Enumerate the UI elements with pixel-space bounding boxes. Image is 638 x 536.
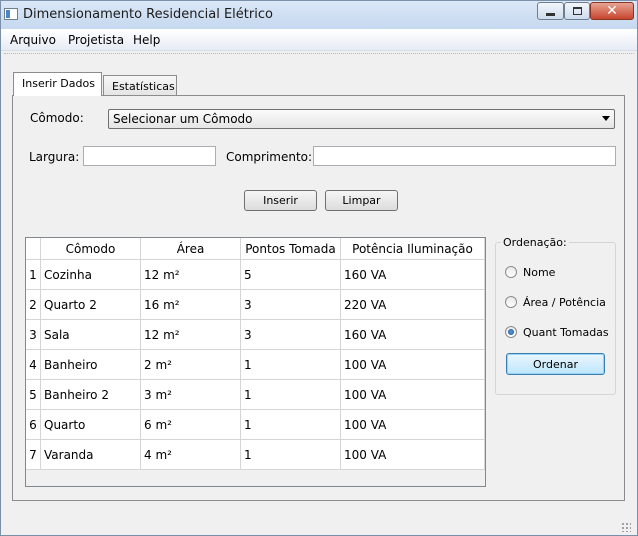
column-header-potencia-iluminacao[interactable]: Potência Iluminação	[341, 238, 485, 260]
radio-nome[interactable]	[505, 266, 517, 278]
table-row[interactable]: 7 Varanda 4 m² 1 100 VA	[26, 440, 485, 470]
limpar-button[interactable]: Limpar	[325, 190, 398, 211]
menu-separator	[4, 53, 634, 57]
close-icon: ✕	[606, 3, 618, 19]
comprimento-input[interactable]	[313, 146, 616, 166]
largura-input[interactable]	[83, 146, 216, 166]
app-window-icon[interactable]	[4, 8, 18, 20]
app-window: Dimensionamento Residencial Elétrico ✕ A…	[0, 0, 638, 536]
table-cell[interactable]: 1	[241, 440, 341, 470]
table-cell[interactable]: Quarto 2	[41, 290, 141, 320]
row-header[interactable]: 2	[26, 290, 41, 320]
row-header[interactable]: 5	[26, 380, 41, 410]
window-title: Dimensionamento Residencial Elétrico	[23, 7, 273, 22]
table-cell[interactable]: 5	[241, 260, 341, 290]
minimize-button[interactable]	[537, 2, 564, 20]
status-bar	[1, 514, 637, 535]
table-row[interactable]: 6 Quarto 6 m² 1 100 VA	[26, 410, 485, 440]
tab-estatisticas[interactable]: Estatísticas	[103, 75, 177, 97]
maximize-button[interactable]	[564, 2, 590, 20]
row-header[interactable]: 1	[26, 260, 41, 290]
minimize-icon	[546, 12, 555, 16]
column-header-pontos-tomada[interactable]: Pontos Tomada	[241, 238, 341, 260]
close-button[interactable]: ✕	[590, 2, 634, 20]
table-row[interactable]: 5 Banheiro 2 3 m² 1 100 VA	[26, 380, 485, 410]
comodo-select[interactable]: Selecionar um Cômodo	[108, 109, 615, 129]
title-bar[interactable]: Dimensionamento Residencial Elétrico ✕	[1, 1, 637, 29]
comodo-label: Cômodo:	[30, 111, 84, 125]
table-cell[interactable]: 16 m²	[141, 290, 241, 320]
table-cell[interactable]: 1	[241, 350, 341, 380]
resize-grip-icon[interactable]	[621, 522, 631, 532]
table-cell[interactable]: Banheiro	[41, 350, 141, 380]
table-cell[interactable]: 100 VA	[341, 350, 485, 380]
table-cell[interactable]: 100 VA	[341, 440, 485, 470]
chevron-down-icon	[602, 116, 610, 121]
menu-bar: Arquivo Projetista Help	[1, 29, 637, 51]
table-cell[interactable]: 160 VA	[341, 320, 485, 350]
row-header[interactable]: 6	[26, 410, 41, 440]
table-cell[interactable]: 12 m²	[141, 260, 241, 290]
column-header-comodo[interactable]: Cômodo	[41, 238, 141, 260]
table-cell[interactable]: 3	[241, 290, 341, 320]
maximize-icon	[572, 7, 582, 15]
table-row[interactable]: 2 Quarto 2 16 m² 3 220 VA	[26, 290, 485, 320]
radio-quant-tomadas[interactable]	[505, 326, 517, 338]
table-cell[interactable]: 3 m²	[141, 380, 241, 410]
ordenar-button[interactable]: Ordenar	[506, 353, 605, 375]
table-cell[interactable]: Sala	[41, 320, 141, 350]
table-cell[interactable]: Quarto	[41, 410, 141, 440]
table-cell[interactable]: 2 m²	[141, 350, 241, 380]
table-cell[interactable]: Varanda	[41, 440, 141, 470]
tab-inserir-dados[interactable]: Inserir Dados	[13, 72, 102, 96]
table-cell[interactable]: 1	[241, 380, 341, 410]
menu-help[interactable]: Help	[133, 33, 160, 47]
row-header[interactable]: 7	[26, 440, 41, 470]
table-cell[interactable]: 100 VA	[341, 410, 485, 440]
table-cell[interactable]: 1	[241, 410, 341, 440]
menu-projetista[interactable]: Projetista	[68, 33, 124, 47]
ordenacao-title: Ordenação:	[501, 236, 569, 249]
comodo-select-value: Selecionar um Cômodo	[113, 112, 253, 126]
radio-area-potencia[interactable]	[505, 296, 517, 308]
largura-label: Largura:	[29, 150, 80, 164]
table-cell[interactable]: 160 VA	[341, 260, 485, 290]
radio-area-potencia-label[interactable]: Área / Potência	[523, 296, 606, 309]
row-header[interactable]: 3	[26, 320, 41, 350]
comodos-table[interactable]: Cômodo Área Pontos Tomada Potência Ilumi…	[25, 237, 486, 487]
table-cell[interactable]: 100 VA	[341, 380, 485, 410]
table-row[interactable]: 3 Sala 12 m² 3 160 VA	[26, 320, 485, 350]
inserir-button[interactable]: Inserir	[244, 190, 317, 211]
comprimento-label: Comprimento:	[226, 150, 313, 164]
radio-quant-tomadas-label[interactable]: Quant Tomadas	[523, 326, 609, 339]
table-row[interactable]: 1 Cozinha 12 m² 5 160 VA	[26, 260, 485, 290]
table-cell[interactable]: Cozinha	[41, 260, 141, 290]
row-header[interactable]: 4	[26, 350, 41, 380]
table-cell[interactable]: 12 m²	[141, 320, 241, 350]
radio-nome-label[interactable]: Nome	[523, 266, 555, 279]
column-header-area[interactable]: Área	[141, 238, 241, 260]
table-cell[interactable]: 4 m²	[141, 440, 241, 470]
table-cell[interactable]: Banheiro 2	[41, 380, 141, 410]
table-cell[interactable]: 3	[241, 320, 341, 350]
table-row[interactable]: 4 Banheiro 2 m² 1 100 VA	[26, 350, 485, 380]
table-corner[interactable]	[26, 238, 41, 260]
table-cell[interactable]: 6 m²	[141, 410, 241, 440]
menu-arquivo[interactable]: Arquivo	[10, 33, 56, 47]
table-cell[interactable]: 220 VA	[341, 290, 485, 320]
